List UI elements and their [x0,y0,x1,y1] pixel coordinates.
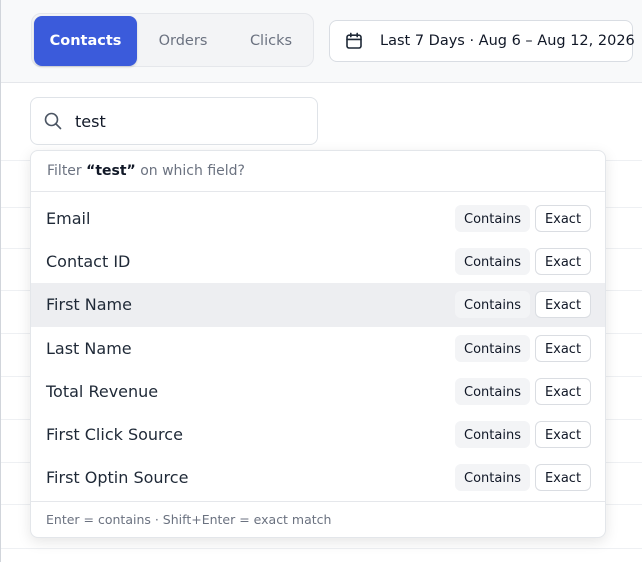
tab-contacts[interactable]: Contacts [34,16,137,66]
exact-button[interactable]: Exact [535,334,591,362]
exact-button[interactable]: Exact [535,377,591,405]
search-field[interactable] [30,97,318,145]
tab-switcher: Contacts Orders Clicks [31,13,314,67]
exact-button[interactable]: Exact [535,291,591,319]
contains-button[interactable]: Contains [455,334,530,362]
field-option-first-name[interactable]: First Name Contains Exact [31,283,605,327]
header-suffix: on which field? [140,163,245,179]
table-divider [1,548,642,549]
dropdown-header: Filter “test” on which field? [31,151,605,192]
field-label: First Name [46,295,132,315]
contains-button[interactable]: Contains [455,205,530,233]
contains-button[interactable]: Contains [455,248,530,276]
page-border [0,0,1,562]
date-range-label: Last 7 Days · Aug 6 – Aug 12, 2026 [380,33,635,49]
contains-button[interactable]: Contains [455,421,530,449]
tab-clicks[interactable]: Clicks [237,16,305,66]
field-filter-dropdown: Filter “test” on which field? Email Cont… [30,150,606,538]
header-query: “test” [86,163,136,179]
field-option-first-optin-source[interactable]: First Optin Source Contains Exact [31,456,605,499]
field-option-contact-id[interactable]: Contact ID Contains Exact [31,240,605,283]
field-option-total-revenue[interactable]: Total Revenue Contains Exact [31,370,605,413]
field-option-first-click-source[interactable]: First Click Source Contains Exact [31,413,605,456]
field-label: First Optin Source [46,468,189,488]
search-input[interactable] [75,111,295,131]
tab-orders[interactable]: Orders [149,16,217,66]
field-label: Last Name [46,338,132,358]
field-list: Email Contains Exact Contact ID Contains… [31,192,605,499]
field-label: Contact ID [46,252,131,272]
top-toolbar: Contacts Orders Clicks Last 7 Days · Aug… [1,0,642,83]
exact-button[interactable]: Exact [535,205,591,233]
contains-button[interactable]: Contains [455,464,530,492]
exact-button[interactable]: Exact [535,248,591,276]
field-option-email[interactable]: Email Contains Exact [31,197,605,240]
field-option-last-name[interactable]: Last Name Contains Exact [31,327,605,370]
field-label: Email [46,209,91,229]
calendar-icon [345,32,363,50]
field-label: First Click Source [46,425,183,445]
keyboard-hint: Enter = contains · Shift+Enter = exact m… [31,501,605,537]
search-icon [43,111,63,131]
field-label: Total Revenue [46,381,159,401]
contains-button[interactable]: Contains [455,291,530,319]
date-range-button[interactable]: Last 7 Days · Aug 6 – Aug 12, 2026 [329,20,635,62]
header-prefix: Filter [47,163,82,179]
exact-button[interactable]: Exact [535,464,591,492]
contains-button[interactable]: Contains [455,377,530,405]
exact-button[interactable]: Exact [535,421,591,449]
